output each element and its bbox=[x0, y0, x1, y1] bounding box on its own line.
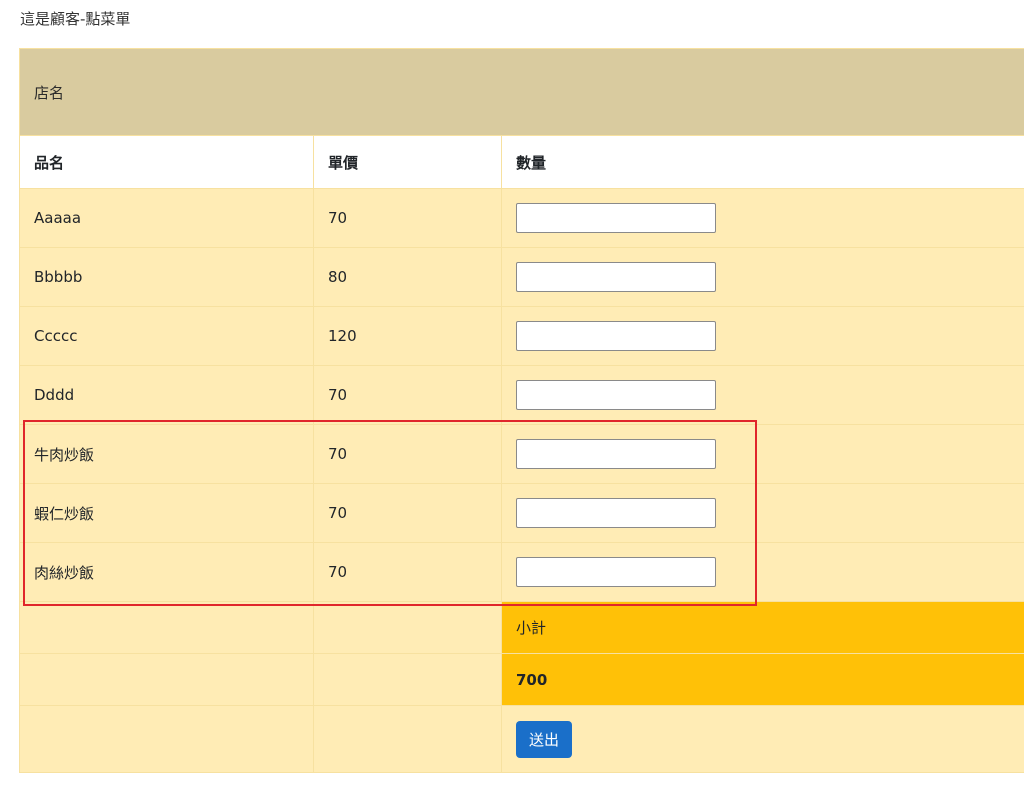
item-quantity-cell bbox=[501, 365, 1024, 425]
menu-item-row: Aaaaa 70 bbox=[19, 188, 1024, 248]
item-price: 70 bbox=[313, 483, 502, 543]
item-quantity-cell bbox=[501, 424, 1024, 484]
column-header-price: 單價 bbox=[313, 135, 502, 189]
item-price: 80 bbox=[313, 247, 502, 307]
page-caption: 這是顧客-點菜單 bbox=[20, 10, 131, 28]
item-quantity-cell bbox=[501, 306, 1024, 366]
quantity-input[interactable] bbox=[516, 498, 716, 528]
empty-cell bbox=[313, 653, 502, 706]
item-price: 70 bbox=[313, 424, 502, 484]
item-quantity-cell bbox=[501, 188, 1024, 248]
column-header-row: 品名 單價 數量 bbox=[19, 135, 1024, 189]
submit-button[interactable]: 送出 bbox=[516, 720, 573, 758]
quantity-input[interactable] bbox=[516, 321, 716, 351]
empty-cell bbox=[313, 601, 502, 654]
order-form: 店名 品名 單價 數量 Aaaaa 70 Bbbbb 80 Ccccc 120 … bbox=[19, 48, 1024, 773]
item-name: Aaaaa bbox=[19, 188, 314, 248]
item-quantity-cell bbox=[501, 247, 1024, 307]
menu-item-row: 肉絲炒飯 70 bbox=[19, 542, 1024, 602]
item-price: 70 bbox=[313, 365, 502, 425]
menu-item-row: 牛肉炒飯 70 bbox=[19, 424, 1024, 484]
subtotal-value: 700 bbox=[501, 653, 1024, 706]
store-name: 店名 bbox=[19, 48, 1024, 136]
empty-cell bbox=[19, 653, 314, 706]
item-name: Dddd bbox=[19, 365, 314, 425]
submit-row: 送出 bbox=[19, 705, 1024, 773]
quantity-input[interactable] bbox=[516, 203, 716, 233]
item-name: 牛肉炒飯 bbox=[19, 424, 314, 484]
menu-item-row: Ccccc 120 bbox=[19, 306, 1024, 366]
item-quantity-cell bbox=[501, 542, 1024, 602]
item-price: 120 bbox=[313, 306, 502, 366]
menu-table: 店名 品名 單價 數量 Aaaaa 70 Bbbbb 80 Ccccc 120 … bbox=[19, 48, 1024, 773]
column-header-name: 品名 bbox=[19, 135, 314, 189]
item-name: 肉絲炒飯 bbox=[19, 542, 314, 602]
quantity-input[interactable] bbox=[516, 262, 716, 292]
quantity-input[interactable] bbox=[516, 439, 716, 469]
submit-cell: 送出 bbox=[501, 705, 1024, 773]
item-name: 蝦仁炒飯 bbox=[19, 483, 314, 543]
subtotal-label: 小計 bbox=[501, 601, 1024, 654]
quantity-input[interactable] bbox=[516, 380, 716, 410]
subtotal-label-row: 小計 bbox=[19, 601, 1024, 654]
item-name: Bbbbb bbox=[19, 247, 314, 307]
menu-item-row: Bbbbb 80 bbox=[19, 247, 1024, 307]
empty-cell bbox=[19, 601, 314, 654]
quantity-input[interactable] bbox=[516, 557, 716, 587]
subtotal-value-row: 700 bbox=[19, 653, 1024, 706]
menu-item-row: Dddd 70 bbox=[19, 365, 1024, 425]
item-price: 70 bbox=[313, 542, 502, 602]
empty-cell bbox=[19, 705, 314, 773]
item-name: Ccccc bbox=[19, 306, 314, 366]
empty-cell bbox=[313, 705, 502, 773]
item-price: 70 bbox=[313, 188, 502, 248]
store-header-row: 店名 bbox=[19, 48, 1024, 136]
column-header-quantity: 數量 bbox=[501, 135, 1024, 189]
item-quantity-cell bbox=[501, 483, 1024, 543]
menu-item-row: 蝦仁炒飯 70 bbox=[19, 483, 1024, 543]
